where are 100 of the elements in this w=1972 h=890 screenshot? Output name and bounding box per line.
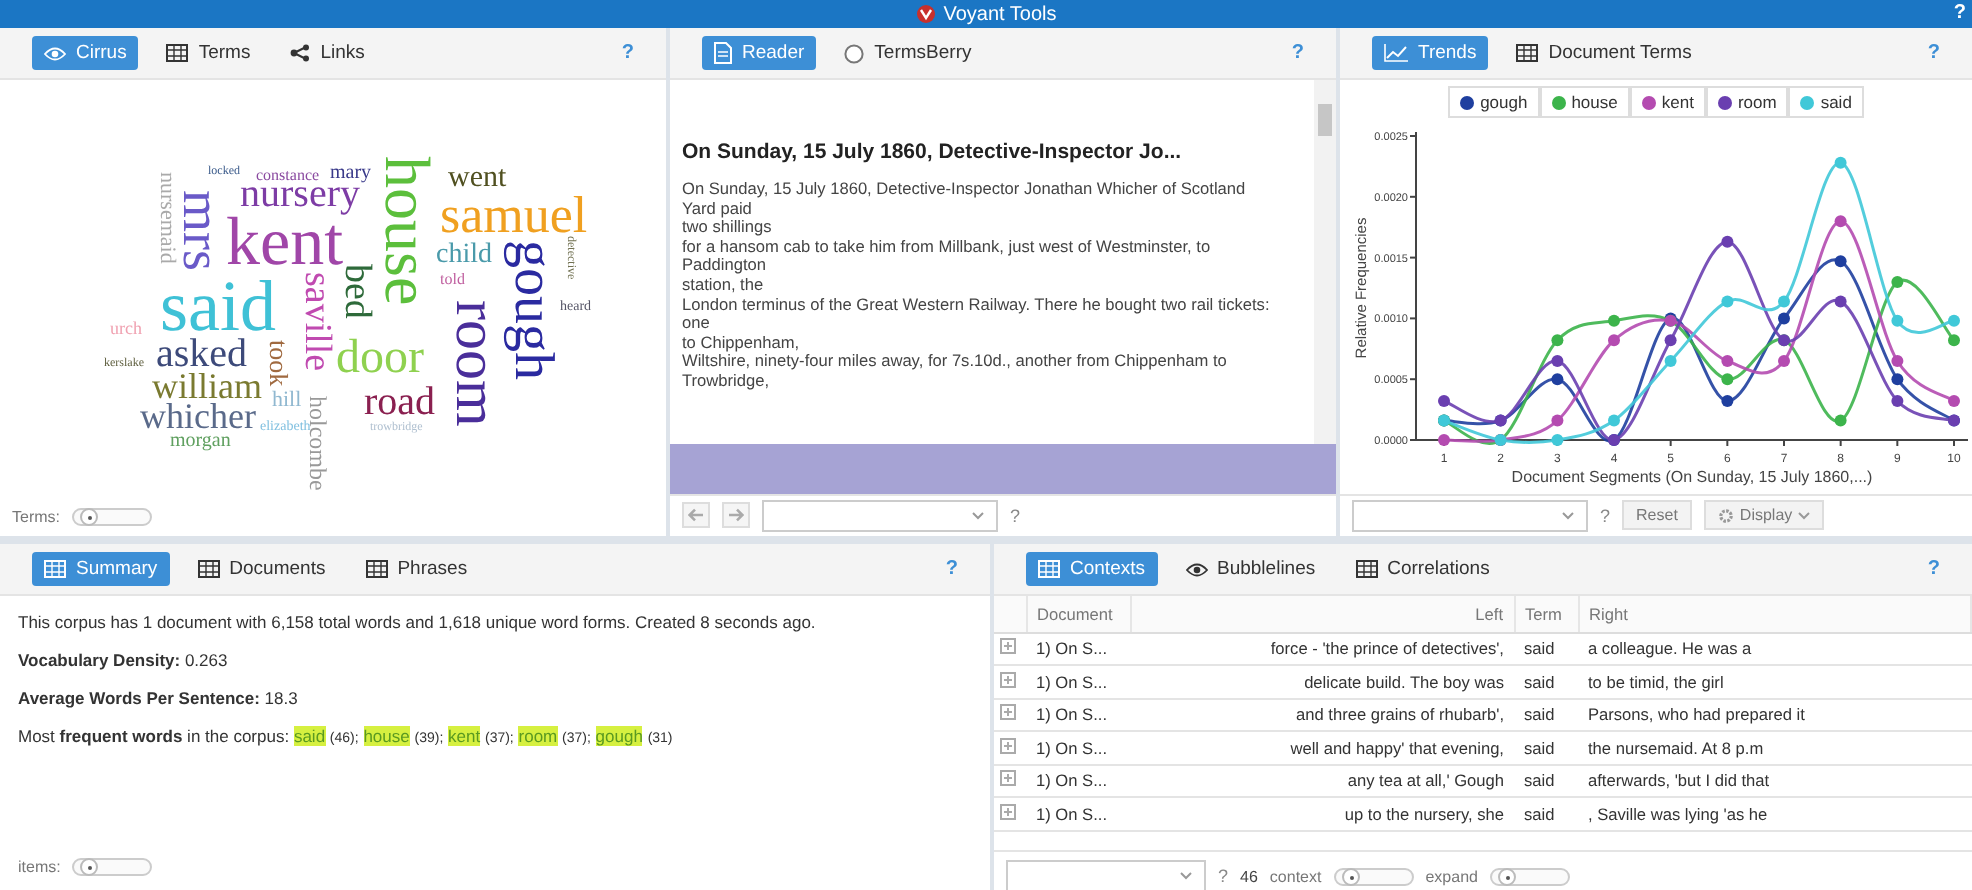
expand-icon[interactable] bbox=[1000, 638, 1016, 655]
text-line: Yard paid bbox=[682, 199, 752, 219]
cloud-word[interactable]: gough bbox=[508, 240, 556, 380]
data-point bbox=[1551, 355, 1564, 367]
cloud-word[interactable]: room bbox=[450, 300, 501, 427]
forward-button[interactable] bbox=[722, 502, 750, 528]
column-header[interactable]: Document bbox=[1026, 596, 1130, 632]
slider-thumb[interactable] bbox=[1497, 867, 1516, 885]
column-header[interactable]: Term bbox=[1514, 596, 1578, 632]
caret-icon bbox=[972, 511, 984, 519]
data-point bbox=[1608, 414, 1620, 427]
term-link[interactable]: kent bbox=[448, 726, 481, 746]
cloud-word[interactable]: went bbox=[448, 164, 507, 193]
data-point bbox=[1608, 314, 1620, 327]
cloud-word[interactable]: road bbox=[364, 384, 436, 422]
cloud-word[interactable]: child bbox=[436, 242, 492, 269]
dropdown-field[interactable] bbox=[1006, 860, 1206, 890]
right-arrow-icon bbox=[728, 508, 744, 522]
cloud-word[interactable]: took bbox=[268, 340, 291, 387]
expand-icon[interactable] bbox=[1000, 770, 1016, 787]
legend-item[interactable]: kent bbox=[1629, 86, 1706, 118]
cloud-word[interactable]: saville bbox=[300, 272, 333, 372]
cloud-word[interactable]: mary bbox=[330, 164, 372, 183]
help-button[interactable]: ? bbox=[1953, 2, 1966, 24]
dropdown-field[interactable] bbox=[1352, 499, 1588, 531]
tab[interactable]: Documents bbox=[185, 552, 338, 586]
slider-track[interactable] bbox=[72, 508, 152, 526]
help-button[interactable]: ? bbox=[1291, 42, 1304, 64]
expand-icon[interactable] bbox=[1000, 803, 1016, 820]
table-cell: said bbox=[1514, 665, 1578, 698]
help-button[interactable]: ? bbox=[1600, 505, 1611, 525]
slider-thumb[interactable] bbox=[1341, 867, 1360, 885]
cloud-word[interactable]: asked bbox=[156, 336, 248, 374]
text-line: one bbox=[682, 314, 712, 334]
slider-thumb[interactable] bbox=[79, 508, 98, 526]
slider-track[interactable] bbox=[72, 858, 153, 876]
tab[interactable]: Reader bbox=[702, 36, 817, 70]
cloud-word[interactable]: william bbox=[152, 370, 262, 405]
term-link[interactable]: gough bbox=[595, 726, 643, 746]
slider-thumb[interactable] bbox=[80, 858, 99, 876]
data-point bbox=[1891, 373, 1904, 386]
data-point bbox=[1778, 295, 1790, 308]
data-point bbox=[1721, 295, 1734, 308]
help-button[interactable]: ? bbox=[621, 42, 634, 64]
help-button[interactable]: ? bbox=[1010, 505, 1021, 525]
expand-icon[interactable] bbox=[1000, 737, 1016, 754]
tab[interactable]: Correlations bbox=[1343, 552, 1502, 586]
cloud-word[interactable]: nursemaid bbox=[156, 172, 175, 264]
back-button[interactable] bbox=[682, 502, 710, 528]
tab[interactable]: Trends bbox=[1372, 36, 1489, 70]
slider-label: items: bbox=[18, 858, 61, 876]
table-icon bbox=[1516, 44, 1539, 62]
legend-item[interactable]: room bbox=[1705, 86, 1789, 118]
table-cell: Parsons, who had prepared it bbox=[1578, 698, 1971, 731]
expand-icon[interactable] bbox=[1000, 704, 1016, 721]
tab[interactable]: TermsBerry bbox=[832, 36, 984, 70]
reset-button[interactable]: Reset bbox=[1622, 500, 1692, 530]
tab[interactable]: Document Terms bbox=[1504, 36, 1704, 70]
tab[interactable]: Links bbox=[278, 36, 377, 70]
tab[interactable]: Cirrus bbox=[32, 36, 139, 70]
term-link[interactable]: room bbox=[518, 726, 558, 746]
expand-icon[interactable] bbox=[1000, 671, 1016, 688]
tab[interactable]: Bubblelines bbox=[1173, 552, 1328, 586]
help-button[interactable]: ? bbox=[1927, 558, 1940, 580]
data-point bbox=[1551, 434, 1564, 446]
display-button[interactable]: Display bbox=[1703, 500, 1825, 530]
table-cell: , Saville was lying 'as he bbox=[1578, 797, 1971, 830]
help-button[interactable]: ? bbox=[1218, 866, 1229, 886]
cloud-word[interactable]: holcombe bbox=[308, 396, 329, 491]
cloud-word[interactable]: constance bbox=[256, 168, 320, 184]
help-button[interactable]: ? bbox=[1927, 42, 1940, 64]
table-cell: 1) On S... bbox=[1026, 698, 1130, 731]
cloud-word[interactable]: bed bbox=[340, 264, 373, 319]
tab[interactable]: Terms bbox=[154, 36, 263, 70]
scrollbar[interactable] bbox=[1314, 80, 1336, 444]
cloud-word[interactable]: whicher bbox=[140, 400, 256, 435]
context-count: 46 bbox=[1240, 867, 1258, 885]
column-header[interactable]: Left bbox=[1130, 596, 1514, 632]
legend-item[interactable]: gough bbox=[1448, 86, 1540, 118]
term-link[interactable]: said bbox=[293, 726, 326, 746]
help-button[interactable]: ? bbox=[945, 558, 958, 580]
caret-icon bbox=[1180, 872, 1192, 880]
dropdown-field[interactable] bbox=[762, 499, 998, 531]
slider-track[interactable] bbox=[1489, 867, 1570, 885]
cloud-word[interactable]: mrs bbox=[178, 190, 224, 271]
data-point bbox=[1891, 314, 1904, 327]
slider-track[interactable] bbox=[1333, 867, 1414, 885]
cloud-word[interactable]: morgan bbox=[170, 432, 231, 451]
cloud-word[interactable]: told bbox=[440, 272, 465, 288]
legend-item[interactable]: said bbox=[1788, 86, 1864, 118]
tab[interactable]: Phrases bbox=[353, 552, 480, 586]
legend-item[interactable]: house bbox=[1539, 86, 1630, 118]
cloud-word[interactable]: house bbox=[380, 156, 435, 306]
tab[interactable]: Summary bbox=[32, 552, 170, 586]
tab[interactable]: Contexts bbox=[1026, 552, 1157, 586]
data-point bbox=[1721, 395, 1734, 407]
statistic-text: Average Words Per Sentence: 18.3 bbox=[18, 688, 300, 708]
table-cell: afterwards, 'but I did that bbox=[1578, 764, 1971, 797]
term-link[interactable]: house bbox=[363, 726, 410, 746]
column-header[interactable]: Right bbox=[1578, 596, 1971, 632]
